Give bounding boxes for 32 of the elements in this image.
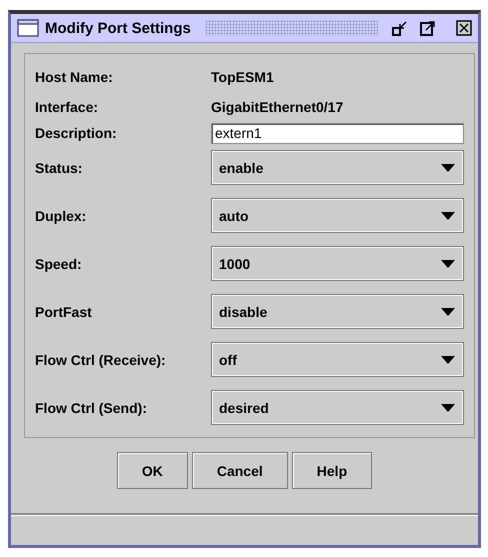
dialog-button[interactable]: OK <box>116 452 188 489</box>
field-label: Speed: <box>35 256 83 272</box>
caret-icon <box>441 212 455 220</box>
dropdown[interactable]: desired <box>211 390 464 425</box>
field-label: Flow Ctrl (Send): <box>35 400 148 416</box>
minimize-icon[interactable] <box>392 20 408 36</box>
caret-icon <box>441 164 455 172</box>
field-label: Status: <box>35 160 84 176</box>
caret-icon <box>441 404 455 412</box>
description-field[interactable]: extern1 <box>211 122 464 144</box>
dropdown[interactable]: off <box>211 342 464 377</box>
field-label: Description: <box>35 125 118 141</box>
close-icon[interactable] <box>456 20 472 36</box>
caret-icon <box>441 308 455 316</box>
field-value: GigabitEthernet0/17 <box>211 99 344 115</box>
field-label: Interface: <box>35 99 100 115</box>
field-value: TopESM1 <box>211 69 275 85</box>
field-label: Flow Ctrl (Receive): <box>35 352 167 368</box>
field-label: PortFast <box>35 304 93 320</box>
field-label: Duplex: <box>35 208 88 224</box>
field-label: Host Name: <box>35 69 114 85</box>
maximize-icon[interactable] <box>420 20 436 36</box>
dialog-button[interactable]: Help <box>292 452 372 489</box>
dropdown[interactable]: enable <box>211 150 464 185</box>
window-icon <box>17 19 39 37</box>
caret-icon <box>441 260 455 268</box>
dropdown[interactable]: 1000 <box>211 246 464 281</box>
dropdown[interactable]: disable <box>211 294 464 329</box>
dialog-button[interactable]: Cancel <box>192 452 288 489</box>
dropdown[interactable]: auto <box>211 198 464 233</box>
caret-icon <box>441 356 455 364</box>
window-title: Modify Port Settings <box>45 20 191 36</box>
